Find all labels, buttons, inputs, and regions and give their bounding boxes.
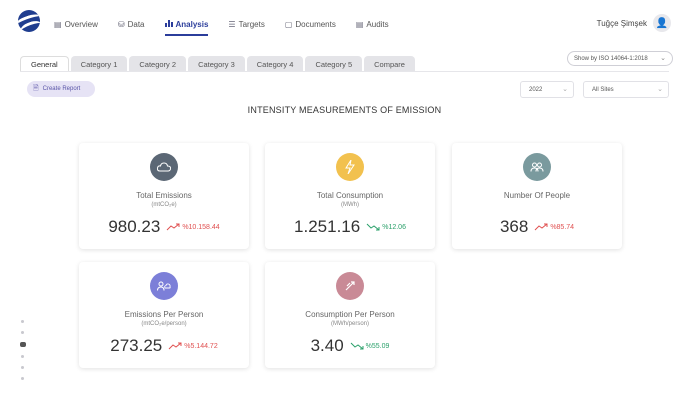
chart-icon [164,19,173,29]
chevron-down-icon: ⌄ [562,86,568,93]
trend-indicator: %85.74 [534,223,574,231]
tab-general[interactable]: General [20,56,69,72]
card-value: 980.23 [108,217,161,236]
card-value-row: 980.23 %10.158.44 [79,217,249,237]
main-nav: ▤ Overview ⛁ Data Analysis ☰ Targets ▢ D… [54,17,409,36]
dashboard-icon: ▤ [54,19,62,29]
card-value-row: 1.251.16 %12.06 [265,217,435,237]
document-icon: ▢ [284,19,293,29]
card-title: Number Of People [503,191,571,200]
nav-overview-label: Overview [64,19,98,29]
nav-audits-label: Audits [366,19,389,29]
card-unit: (MWh/person) [330,321,369,327]
tab-category-4[interactable]: Category 4 [246,56,304,72]
nav-targets[interactable]: ☰ Targets [228,17,264,31]
nav-analysis[interactable]: Analysis [164,17,209,36]
card-unit: (mtCO₂e/person) [141,321,187,327]
nav-documents[interactable]: ▢ Documents [285,17,336,31]
nav-overview[interactable]: ▤ Overview [54,17,98,31]
nav-audits[interactable]: ▤ Audits [356,17,389,31]
database-icon: ⛁ [117,19,125,29]
card-title: Emissions Per Person [124,310,204,319]
emissions-per-person-card: Emissions Per Person (mtCO₂e/person) 273… [79,262,249,368]
report-icon: 🗎 [33,84,39,92]
page-title: INTENSITY MEASUREMENTS OF EMISSION [247,105,442,115]
card-value: 368 [499,217,529,236]
person-bolt-icon [336,272,364,300]
card-change: %12.06 [382,223,406,231]
trend-up-icon [168,342,182,350]
create-report-button[interactable]: 🗎 Create Report [27,81,95,97]
card-title: Total Emissions [136,191,192,200]
nav-data-label: Data [127,19,145,29]
page-dot[interactable] [21,320,24,323]
tab-category-2[interactable]: Category 2 [129,56,187,72]
year-select[interactable]: 2022 ⌄ [520,81,574,98]
card-value-row: 273.25 %5.144.72 [79,336,249,356]
tab-category-5[interactable]: Category 5 [305,56,363,72]
trend-indicator: %12.06 [366,223,406,231]
card-value-row: 368 %85.74 [452,217,622,237]
top-navigation-bar: ▤ Overview ⛁ Data Analysis ☰ Targets ▢ D… [0,0,689,56]
consumption-per-person-card: Consumption Per Person (MWh/person) 3.40… [265,262,435,368]
page-dot[interactable] [21,377,24,380]
total-consumption-card: Total Consumption (MWh) 1.251.16 %12.06 [265,143,435,249]
nav-documents-label: Documents [295,19,336,29]
tab-compare[interactable]: Compare [364,56,415,72]
nav-data[interactable]: ⛁ Data [118,17,145,31]
people-icon [523,153,551,181]
tab-category-3[interactable]: Category 3 [188,56,245,72]
page-dot[interactable] [21,366,24,369]
trend-down-icon [350,342,364,350]
card-change: %10.158.44 [182,223,220,231]
card-change: %55.09 [365,342,390,350]
clipboard-icon: ▤ [355,19,364,29]
create-report-label: Create Report [42,86,81,92]
chevron-down-icon: ⌄ [657,86,663,93]
app-logo-icon[interactable] [18,10,40,32]
card-value: 273.25 [110,336,163,355]
person-cloud-icon [150,272,178,300]
list-icon: ☰ [228,19,236,29]
trend-indicator: %10.158.44 [166,223,220,231]
avatar[interactable]: 👤 [653,14,671,32]
nav-analysis-label: Analysis [175,19,209,29]
trend-indicator: %5.144.72 [168,342,218,350]
trend-up-icon [534,223,548,231]
page-dot-active[interactable] [20,342,26,347]
card-value: 3.40 [310,336,344,355]
lightning-icon [336,153,364,181]
standard-select[interactable]: Show by ISO 14064-1:2018 ⌄ [567,51,673,66]
nav-targets-label: Targets [238,19,265,29]
page-dot[interactable] [21,355,24,358]
year-select-value: 2022 [529,86,543,93]
cloud-icon [150,153,178,181]
standard-select-label: Show by ISO 14064-1:2018 [574,55,648,62]
card-title: Consumption Per Person [305,310,395,319]
card-value-row: 3.40 %55.09 [265,336,435,356]
card-unit: (MWh) [341,202,359,208]
page-dot[interactable] [21,331,24,334]
page-indicator [20,320,26,380]
chevron-down-icon: ⌄ [660,55,666,62]
total-emissions-card: Total Emissions (mtCO₂e) 980.23 %10.158.… [79,143,249,249]
card-change: %5.144.72 [184,342,218,350]
tab-category-1[interactable]: Category 1 [70,56,128,72]
category-tabs: General Category 1 Category 2 Category 3… [20,56,417,72]
number-of-people-card: Number Of People 368 %85.74 [452,143,622,249]
user-menu[interactable]: Tuğçe Şimşek 👤 [597,14,671,32]
user-name: Tuğçe Şimşek [596,18,647,28]
tab-divider [20,71,669,72]
card-title: Total Consumption [316,191,384,200]
card-unit: (mtCO₂e) [151,202,177,208]
card-change: %85.74 [550,223,575,231]
trend-indicator: %55.09 [350,342,390,350]
card-value: 1.251.16 [294,217,361,236]
trend-down-icon [366,223,380,231]
site-select[interactable]: All Sites ⌄ [583,81,669,98]
trend-up-icon [166,223,180,231]
site-select-value: All Sites [592,86,614,93]
